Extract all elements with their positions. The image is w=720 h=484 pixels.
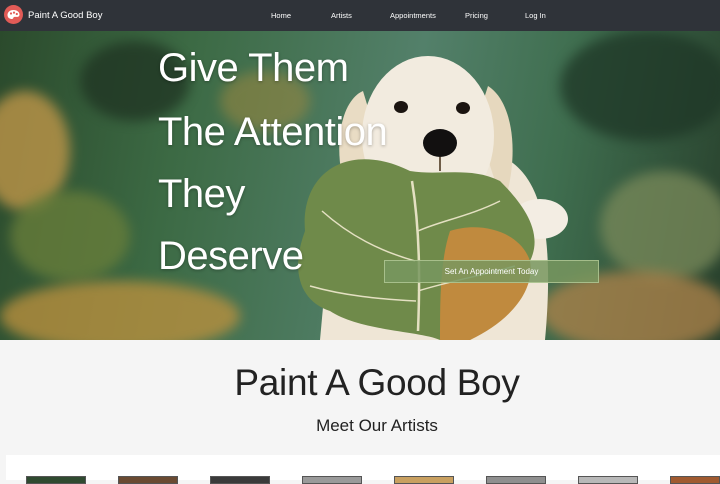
artist-thumbnail[interactable]	[670, 476, 720, 484]
navbar: Paint A Good Boy Home Artists Appointmen…	[0, 0, 720, 31]
hero-headline-line-2: The Attention	[158, 110, 388, 154]
nav-artists[interactable]: Artists	[331, 0, 352, 31]
page-title: Paint A Good Boy	[234, 362, 520, 403]
artist-thumbnail[interactable]	[394, 476, 454, 484]
logo-icon[interactable]	[4, 5, 23, 24]
hero-headline-line-4: Deserve	[158, 234, 304, 278]
brand-name[interactable]: Paint A Good Boy	[28, 0, 102, 31]
artist-thumbnail[interactable]	[486, 476, 546, 484]
artist-thumbnail[interactable]	[302, 476, 362, 484]
artist-thumbnail[interactable]	[578, 476, 638, 484]
artist-thumbnail[interactable]	[118, 476, 178, 484]
nav-appointments[interactable]: Appointments	[390, 0, 436, 31]
nav-home[interactable]: Home	[271, 0, 291, 31]
nav-log-in[interactable]: Log In	[525, 0, 546, 31]
puppy-image	[298, 56, 568, 340]
hero-banner: Give Them The Attention They Deserve Set…	[0, 31, 720, 340]
nav-pricing[interactable]: Pricing	[465, 0, 488, 31]
artist-thumbnail[interactable]	[26, 476, 86, 484]
section-subtitle: Meet Our Artists	[316, 416, 438, 435]
artist-thumbnail[interactable]	[210, 476, 270, 484]
hero-headline-line-3: They	[158, 172, 245, 216]
hero-headline-line-1: Give Them	[158, 46, 349, 90]
set-appointment-button[interactable]: Set An Appointment Today	[384, 260, 599, 283]
